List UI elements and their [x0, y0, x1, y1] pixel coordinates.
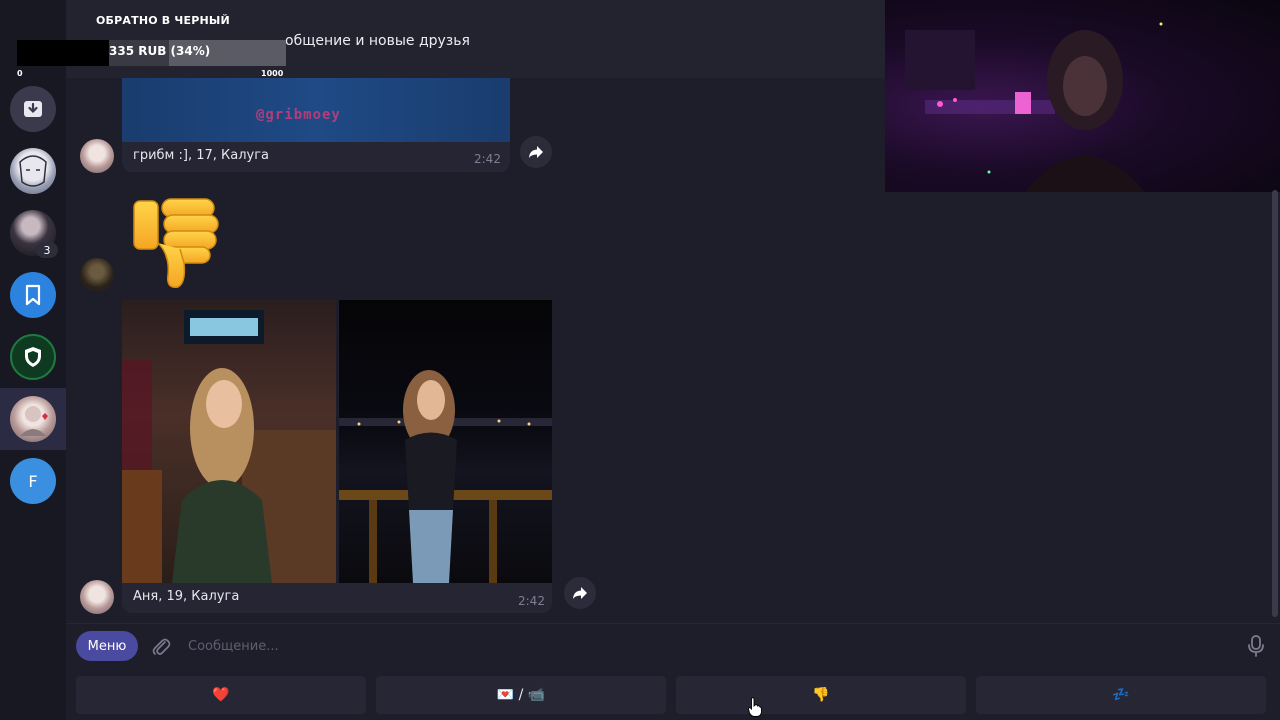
- sidebar-item-saved[interactable]: [10, 272, 56, 318]
- sender-avatar[interactable]: [80, 139, 114, 173]
- sidebar-item-archive[interactable]: [10, 86, 56, 132]
- donation-min: 0: [17, 69, 23, 78]
- avatar-letter: F: [28, 471, 38, 491]
- scrollbar-thumb[interactable]: [1272, 190, 1278, 617]
- avatar-anime-icon: [19, 155, 47, 187]
- forward-button[interactable]: [520, 136, 552, 168]
- unread-badge: 3: [36, 242, 58, 258]
- forward-icon: [573, 587, 587, 599]
- keyboard-button-sleep[interactable]: 💤: [976, 676, 1266, 714]
- sidebar-item-anime-chat[interactable]: [10, 148, 56, 194]
- message-image[interactable]: @gribmoey: [122, 78, 510, 142]
- hand-cursor-icon: [748, 697, 762, 717]
- thumbs-down-sticker[interactable]: [130, 195, 224, 291]
- sidebar-item-shield-chat[interactable]: [10, 334, 56, 380]
- keyboard-button-like[interactable]: ❤️: [76, 676, 366, 714]
- image-watermark-text: @gribmoey: [256, 107, 341, 123]
- archive-icon: [24, 101, 42, 117]
- menu-button[interactable]: Меню: [76, 631, 138, 661]
- donation-title: ОБРАТНО В ЧЕРНЫЙ: [96, 14, 230, 27]
- message-caption: Аня, 19, Калуга: [133, 589, 240, 604]
- forward-button[interactable]: [564, 577, 596, 609]
- donation-widget: ОБРАТНО В ЧЕРНЫЙ 335 RUB (34%) 0 1000: [0, 10, 300, 78]
- microphone-icon[interactable]: [1245, 634, 1267, 658]
- donation-max: 1000: [261, 69, 284, 78]
- message-caption-box: грибм :], 17, Калуга 2:42: [122, 142, 510, 172]
- sidebar-item-dark-chat[interactable]: 3: [10, 210, 58, 258]
- keyboard-button-message-video[interactable]: 💌 / 📹: [376, 676, 666, 714]
- keyboard-button-dislike[interactable]: 👎: [676, 676, 966, 714]
- sender-avatar[interactable]: [80, 580, 114, 614]
- donation-label-redacted: [17, 40, 109, 66]
- message-time: 2:42: [518, 594, 545, 608]
- donation-amount: 335 RUB (34%): [109, 44, 211, 58]
- chat-scrollbar[interactable]: [1270, 190, 1280, 623]
- bookmark-icon: [25, 284, 41, 306]
- album-photo-2[interactable]: [339, 300, 552, 583]
- attach-icon[interactable]: [150, 636, 172, 658]
- message-caption-box: Аня, 19, Калуга 2:42: [122, 583, 552, 613]
- sidebar-item-bot-chat[interactable]: [10, 396, 56, 442]
- bot-keyboard: ❤️ 💌 / 📹 👎 💤: [76, 676, 1266, 714]
- message-time: 2:42: [474, 152, 501, 166]
- photo-1-scene: [122, 310, 336, 583]
- photo-2-scene: [339, 370, 552, 583]
- album-photo-1[interactable]: [122, 300, 336, 583]
- chat-title[interactable]: общение и новые друзья: [285, 33, 470, 49]
- message-input[interactable]: [186, 632, 1230, 660]
- avatar-bot-icon: [20, 406, 48, 436]
- photo-album[interactable]: [122, 300, 552, 583]
- forward-icon: [529, 146, 543, 158]
- sender-avatar[interactable]: [80, 258, 114, 292]
- sidebar: 3 F: [0, 0, 66, 720]
- sidebar-item-f-chat[interactable]: F: [10, 458, 56, 504]
- shield-icon: [25, 347, 41, 367]
- message-caption: грибм :], 17, Калуга: [133, 148, 270, 163]
